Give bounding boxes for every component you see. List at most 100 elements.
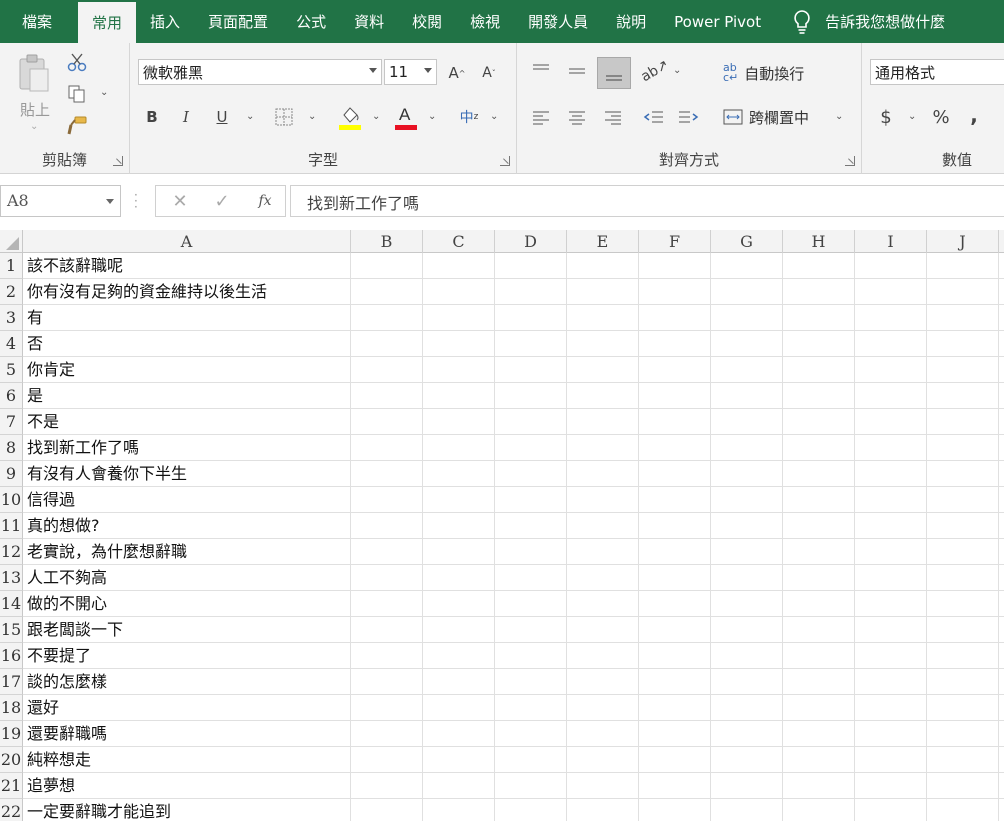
align-center-icon[interactable] bbox=[567, 107, 587, 127]
row-header[interactable]: 6 bbox=[0, 383, 23, 409]
align-bottom-button[interactable] bbox=[597, 57, 631, 89]
row-header[interactable]: 19 bbox=[0, 721, 23, 747]
row-header[interactable]: 14 bbox=[0, 591, 23, 617]
fill-color-icon[interactable] bbox=[338, 103, 362, 131]
row-header[interactable]: 12 bbox=[0, 539, 23, 565]
copy-dropdown-icon[interactable]: ⌄ bbox=[100, 87, 108, 98]
row-header[interactable]: 11 bbox=[0, 513, 23, 539]
column-header-j[interactable]: J bbox=[927, 230, 999, 253]
cell-a[interactable]: 還好 bbox=[23, 695, 351, 721]
phonetic-dropdown-icon[interactable]: ⌄ bbox=[490, 111, 498, 122]
insert-function-icon[interactable]: fx bbox=[254, 190, 276, 212]
tab-formulas[interactable]: 公式 bbox=[282, 0, 340, 43]
font-size-dropdown-icon[interactable] bbox=[424, 68, 432, 73]
column-header-c[interactable]: C bbox=[423, 230, 495, 253]
cell-a[interactable]: 做的不開心 bbox=[23, 591, 351, 617]
bold-icon[interactable]: B bbox=[142, 107, 162, 127]
row-header[interactable]: 9 bbox=[0, 461, 23, 487]
row-header[interactable]: 21 bbox=[0, 773, 23, 799]
tab-data[interactable]: 資料 bbox=[340, 0, 398, 43]
comma-icon[interactable]: , bbox=[966, 103, 982, 127]
cell-a[interactable]: 信得過 bbox=[23, 487, 351, 513]
paste-icon[interactable] bbox=[16, 53, 52, 93]
tell-me-box[interactable]: 告訴我您想做什麼 bbox=[775, 0, 945, 43]
row-header[interactable]: 18 bbox=[0, 695, 23, 721]
cell-a[interactable]: 純粹想走 bbox=[23, 747, 351, 773]
font-color-icon[interactable]: A bbox=[394, 103, 418, 131]
font-name-combo[interactable]: 微軟雅黑 bbox=[138, 59, 382, 85]
align-top-icon[interactable] bbox=[531, 61, 551, 81]
enter-icon[interactable]: ✓ bbox=[212, 190, 232, 212]
row-header[interactable]: 2 bbox=[0, 279, 23, 305]
tab-file[interactable]: 檔案 bbox=[0, 0, 78, 43]
percent-icon[interactable]: % bbox=[930, 105, 952, 129]
tab-home[interactable]: 常用 bbox=[78, 2, 137, 43]
cell-a[interactable]: 該不該辭職呢 bbox=[23, 253, 351, 279]
cell-a[interactable]: 真的想做? bbox=[23, 513, 351, 539]
row-header[interactable]: 4 bbox=[0, 331, 23, 357]
alignment-launcher-icon[interactable] bbox=[845, 156, 855, 166]
currency-icon[interactable]: $ bbox=[876, 105, 896, 129]
tab-review[interactable]: 校閱 bbox=[398, 0, 456, 43]
decrease-indent-icon[interactable] bbox=[643, 107, 665, 127]
fill-color-dropdown-icon[interactable]: ⌄ bbox=[372, 111, 380, 122]
align-left-icon[interactable] bbox=[531, 107, 551, 127]
font-name-dropdown-icon[interactable] bbox=[369, 68, 377, 73]
row-header[interactable]: 5 bbox=[0, 357, 23, 383]
cell-a[interactable]: 不是 bbox=[23, 409, 351, 435]
column-header-h[interactable]: H bbox=[783, 230, 855, 253]
row-header[interactable]: 1 bbox=[0, 253, 23, 279]
orientation-dropdown-icon[interactable]: ⌄ bbox=[673, 65, 681, 76]
column-header-e[interactable]: E bbox=[567, 230, 639, 253]
tab-insert[interactable]: 插入 bbox=[136, 0, 194, 43]
cell-a[interactable]: 談的怎麼樣 bbox=[23, 669, 351, 695]
increase-indent-icon[interactable] bbox=[677, 107, 699, 127]
row-header[interactable]: 15 bbox=[0, 617, 23, 643]
name-box-dropdown-icon[interactable] bbox=[106, 199, 114, 204]
tab-view[interactable]: 檢視 bbox=[456, 0, 514, 43]
underline-dropdown-icon[interactable]: ⌄ bbox=[246, 111, 254, 122]
cell-a[interactable]: 找到新工作了嗎 bbox=[23, 435, 351, 461]
row-header[interactable]: 17 bbox=[0, 669, 23, 695]
borders-icon[interactable] bbox=[274, 107, 294, 127]
column-header-b[interactable]: B bbox=[351, 230, 423, 253]
row-header[interactable]: 16 bbox=[0, 643, 23, 669]
cut-icon[interactable] bbox=[66, 51, 88, 73]
paste-label[interactable]: 貼上 bbox=[15, 99, 55, 120]
column-header-i[interactable]: I bbox=[855, 230, 927, 253]
cell-a[interactable]: 否 bbox=[23, 331, 351, 357]
cell-a[interactable]: 老實說，為什麼想辭職 bbox=[23, 539, 351, 565]
tab-help[interactable]: 說明 bbox=[602, 0, 660, 43]
column-header-g[interactable]: G bbox=[711, 230, 783, 253]
row-header[interactable]: 20 bbox=[0, 747, 23, 773]
tab-power-pivot[interactable]: Power Pivot bbox=[660, 0, 775, 43]
paste-dropdown-icon[interactable]: ⌄ bbox=[30, 121, 38, 132]
borders-dropdown-icon[interactable]: ⌄ bbox=[308, 111, 316, 122]
cell-a[interactable]: 跟老闆談一下 bbox=[23, 617, 351, 643]
row-header[interactable]: 22 bbox=[0, 799, 23, 821]
cell-a[interactable]: 你肯定 bbox=[23, 357, 351, 383]
row-header[interactable]: 8 bbox=[0, 435, 23, 461]
copy-icon[interactable] bbox=[66, 83, 88, 105]
column-header-a[interactable]: A bbox=[23, 230, 351, 253]
column-header-d[interactable]: D bbox=[495, 230, 567, 253]
cell-a[interactable]: 有沒有人會養你下半生 bbox=[23, 461, 351, 487]
merge-center-button[interactable]: 跨欄置中 bbox=[723, 105, 809, 129]
row-header[interactable]: 13 bbox=[0, 565, 23, 591]
cell-a[interactable]: 有 bbox=[23, 305, 351, 331]
cell-a[interactable]: 還要辭職嗎 bbox=[23, 721, 351, 747]
name-box[interactable]: A8 bbox=[0, 185, 121, 217]
row-header[interactable]: 10 bbox=[0, 487, 23, 513]
row-header[interactable]: 7 bbox=[0, 409, 23, 435]
cell-a[interactable]: 你有沒有足夠的資金維持以後生活 bbox=[23, 279, 351, 305]
align-middle-icon[interactable] bbox=[567, 61, 587, 81]
align-right-icon[interactable] bbox=[603, 107, 623, 127]
underline-icon[interactable]: U bbox=[212, 107, 232, 127]
italic-icon[interactable]: I bbox=[176, 107, 196, 127]
phonetic-icon[interactable]: 中z bbox=[456, 105, 482, 129]
font-launcher-icon[interactable] bbox=[500, 156, 510, 166]
cancel-icon[interactable]: ✕ bbox=[170, 190, 190, 212]
tab-developer[interactable]: 開發人員 bbox=[514, 0, 602, 43]
formula-bar-grip-icon[interactable]: · · · bbox=[134, 189, 138, 213]
font-color-dropdown-icon[interactable]: ⌄ bbox=[428, 111, 436, 122]
